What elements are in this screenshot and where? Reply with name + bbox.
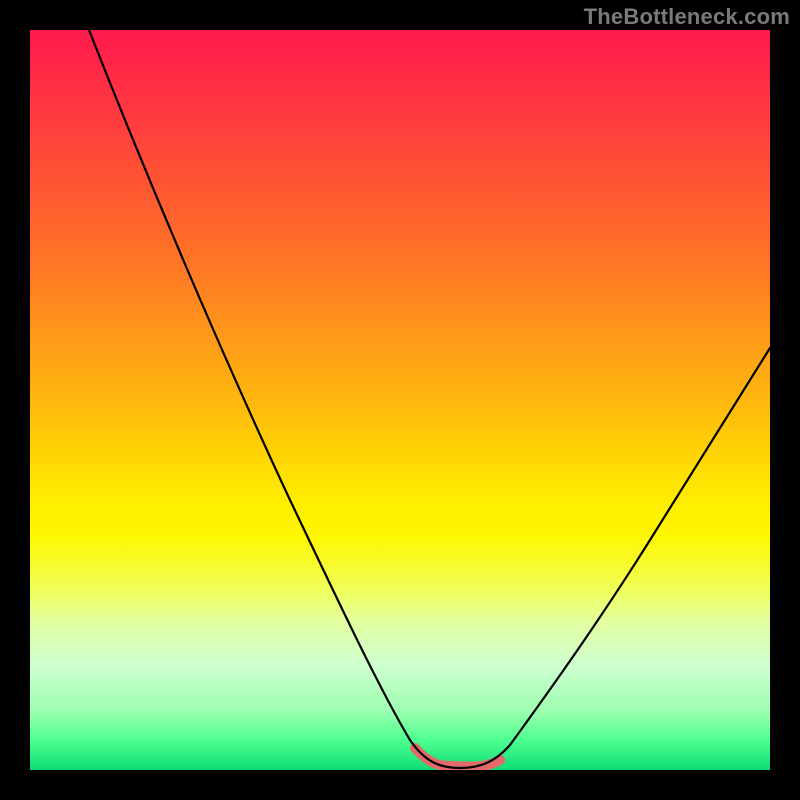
watermark-text: TheBottleneck.com (584, 4, 790, 30)
plot-area (30, 30, 770, 770)
bottleneck-curve (89, 30, 770, 768)
curve-layer (30, 30, 770, 770)
chart-frame: TheBottleneck.com (0, 0, 800, 800)
